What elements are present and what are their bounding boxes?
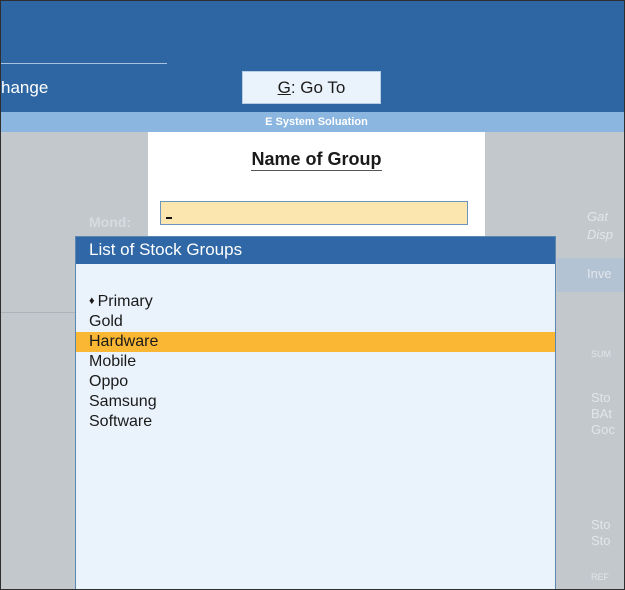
list-item-gold[interactable]: Gold bbox=[76, 312, 555, 332]
bg-text-7: Goc bbox=[591, 422, 615, 437]
goto-label: : Go To bbox=[290, 78, 346, 97]
goto-shortcut-key: G bbox=[277, 78, 291, 97]
goto-button[interactable]: G: Go To bbox=[242, 71, 381, 104]
bg-text-8: Sto bbox=[591, 517, 611, 532]
company-name: E System Soluation bbox=[265, 116, 368, 128]
group-name-input[interactable] bbox=[160, 201, 468, 225]
text-caret bbox=[166, 217, 172, 219]
top-divider bbox=[1, 63, 167, 64]
bg-text-9: Sto bbox=[591, 533, 611, 548]
bg-text-10: REF bbox=[591, 572, 609, 582]
list-item-label: Primary bbox=[97, 293, 153, 310]
bg-text-6: BAt bbox=[591, 406, 612, 421]
list-item-mobile[interactable]: Mobile bbox=[76, 352, 555, 372]
change-link[interactable]: hange bbox=[1, 77, 48, 99]
form-title: Name of Group bbox=[148, 149, 485, 171]
company-bar: E System Soluation bbox=[1, 112, 624, 132]
bg-text-3: Inve bbox=[587, 266, 612, 281]
list-item-primary[interactable]: ♦ Primary bbox=[76, 292, 555, 312]
bg-text-2: Disp bbox=[587, 227, 614, 242]
stock-groups-list-popup: List of Stock Groups ♦ Primary Gold Hardw… bbox=[75, 236, 556, 589]
list-item-hardware[interactable]: Hardware bbox=[76, 332, 555, 352]
group-form-panel: Name of Group bbox=[148, 132, 485, 237]
background-monday-label: Mond: bbox=[89, 214, 131, 230]
diamond-icon: ♦ bbox=[89, 295, 95, 307]
top-bar: hange G: Go To bbox=[1, 1, 624, 112]
tally-window: hange G: Go To E System Soluation Gat Di… bbox=[0, 0, 625, 590]
list-item-samsung[interactable]: Samsung bbox=[76, 392, 555, 412]
bg-text-1: Gat bbox=[587, 209, 608, 224]
list-items: ♦ Primary Gold Hardware Mobile Oppo Samsu… bbox=[76, 292, 555, 432]
bg-text-5: Sto bbox=[591, 390, 611, 405]
list-item-oppo[interactable]: Oppo bbox=[76, 372, 555, 392]
list-item-software[interactable]: Software bbox=[76, 412, 555, 432]
bg-text-4: SUM bbox=[591, 349, 611, 359]
form-title-text: Name of Group bbox=[251, 149, 382, 171]
list-title: List of Stock Groups bbox=[76, 237, 555, 264]
